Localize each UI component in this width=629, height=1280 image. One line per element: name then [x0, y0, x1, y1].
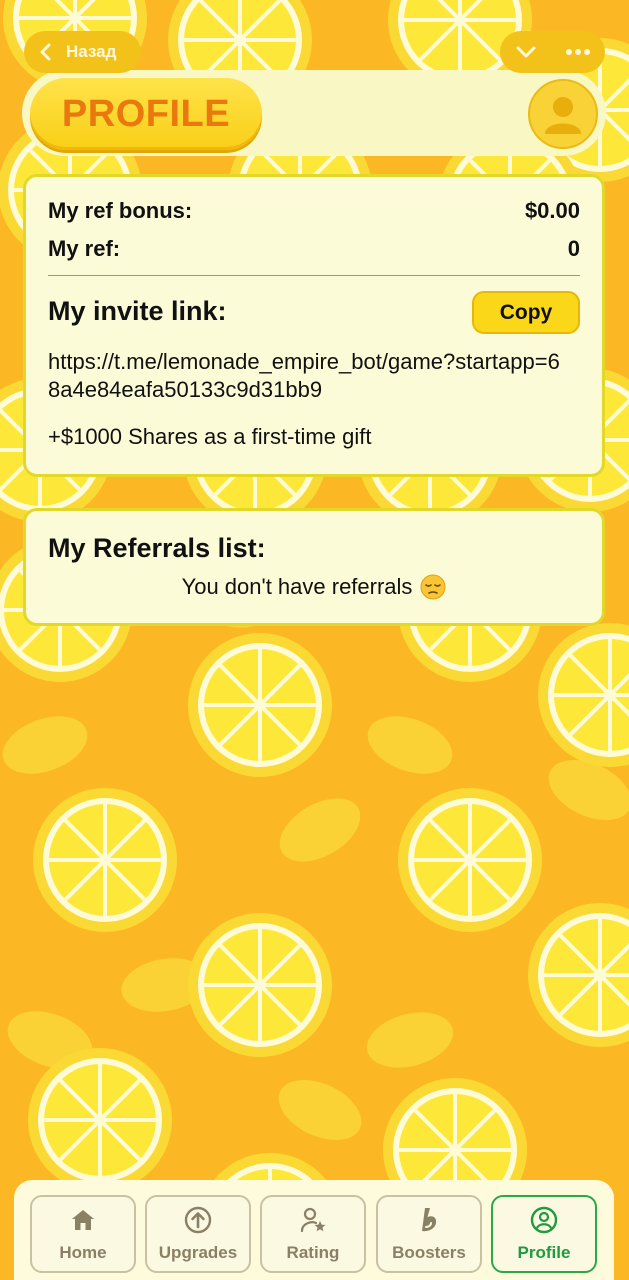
tab-profile[interactable]: Profile: [491, 1195, 597, 1273]
tab-rating[interactable]: Rating: [260, 1195, 366, 1273]
tab-upgrades[interactable]: Upgrades: [145, 1195, 251, 1273]
lemon-shape: [2, 716, 88, 774]
user-avatar-icon: [545, 97, 581, 134]
tab-rating-label: Rating: [286, 1243, 340, 1262]
referrals-title: My Referrals list:: [48, 533, 266, 563]
invite-link-text[interactable]: https://t.me/lemonade_empire_bot/game?st…: [48, 348, 568, 404]
telegram-menu: [500, 31, 605, 73]
back-label: Назад: [66, 42, 117, 61]
lemon-slice: [188, 633, 332, 777]
booster-icon: [422, 1208, 437, 1232]
lemon-shape: [366, 1012, 454, 1068]
chevron-left-icon: [40, 43, 51, 61]
divider: [48, 275, 580, 276]
user-star-icon: [300, 1207, 326, 1233]
referrals-empty-text: You don't have referrals: [181, 574, 413, 599]
lemon-slice: [188, 913, 332, 1057]
ref-bonus-label: My ref bonus:: [48, 198, 193, 223]
lemon-slice: [398, 788, 542, 932]
page-title: PROFILE: [30, 78, 262, 150]
tab-home[interactable]: Home: [30, 1195, 136, 1273]
lemon-shape: [279, 798, 361, 862]
ref-count-value: 0: [567, 236, 580, 261]
lemon-slice: [33, 788, 177, 932]
lemon-slice: [28, 1048, 172, 1192]
ref-bonus-row: My ref bonus: $0.00: [48, 198, 580, 224]
copy-button[interactable]: Copy: [472, 291, 580, 334]
lemon-slice: [538, 623, 629, 767]
pensive-face-icon: [420, 574, 446, 600]
tab-upgrades-label: Upgrades: [158, 1243, 238, 1262]
invite-link-title: My invite link:: [48, 296, 227, 326]
referrals-card: [23, 508, 605, 626]
ref-count-row: My ref: 0: [48, 236, 580, 262]
tab-boosters[interactable]: Boosters: [376, 1195, 482, 1273]
user-circle-icon: [530, 1206, 558, 1234]
ref-bonus-value: $0.00: [524, 198, 580, 223]
tab-home-label: Home: [59, 1243, 107, 1262]
more-dots-icon[interactable]: [565, 40, 591, 64]
tab-profile-label: Profile: [517, 1243, 571, 1262]
lemon-slice: [528, 903, 629, 1047]
avatar[interactable]: [528, 79, 598, 149]
referrals-empty-message: You don't have referrals: [23, 574, 605, 600]
lemon-shape: [278, 1079, 362, 1141]
arrow-up-circle-icon: [184, 1206, 212, 1234]
tab-boosters-label: Boosters: [392, 1243, 466, 1262]
back-button[interactable]: Назад: [24, 31, 141, 73]
ref-count-label: My ref:: [48, 236, 121, 261]
lemon-shape: [367, 716, 453, 774]
home-icon: [72, 1210, 94, 1230]
gift-text: +$1000 Shares as a first-time gift: [48, 424, 372, 449]
chevron-down-icon[interactable]: [514, 40, 538, 64]
